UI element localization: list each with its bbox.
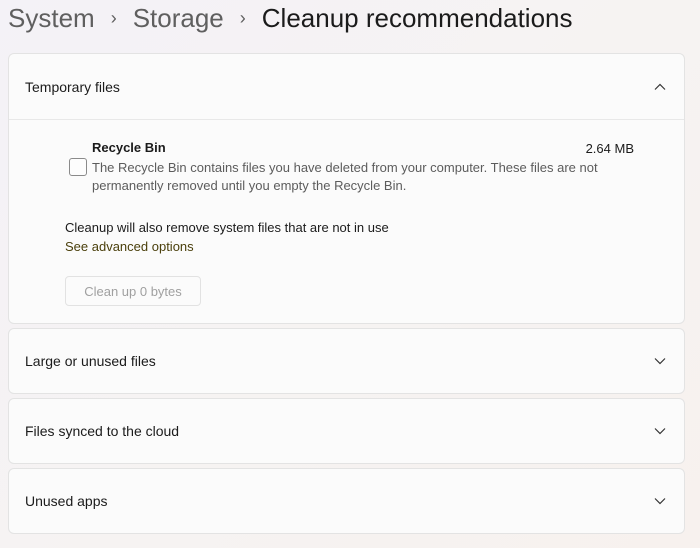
see-advanced-options-link[interactable]: See advanced options xyxy=(65,239,194,254)
section-header-temporary-files[interactable]: Temporary files xyxy=(9,54,684,120)
section-header-unused-apps[interactable]: Unused apps xyxy=(9,469,684,533)
section-title: Files synced to the cloud xyxy=(25,423,180,439)
section-title: Unused apps xyxy=(25,493,108,509)
recycle-bin-description: The Recycle Bin contains files you have … xyxy=(92,160,598,193)
section-files-synced-to-cloud: Files synced to the cloud xyxy=(8,398,685,464)
breadcrumb-separator-icon: › xyxy=(110,7,117,28)
chevron-down-icon[interactable] xyxy=(652,423,668,439)
section-header-files-synced-to-cloud[interactable]: Files synced to the cloud xyxy=(9,399,684,463)
section-temporary-files: Temporary files Recycle Bin 2.64 MB The … xyxy=(8,53,685,324)
chevron-down-icon[interactable] xyxy=(652,493,668,509)
breadcrumb-system[interactable]: System xyxy=(8,3,95,34)
recycle-bin-title: Recycle Bin xyxy=(92,140,166,155)
cleanup-note: Cleanup will also remove system files th… xyxy=(65,220,389,235)
clean-up-button[interactable]: Clean up 0 bytes xyxy=(65,276,201,306)
section-title: Large or unused files xyxy=(25,353,156,369)
section-unused-apps: Unused apps xyxy=(8,468,685,534)
section-body-temporary-files: Recycle Bin 2.64 MB The Recycle Bin cont… xyxy=(9,120,684,325)
chevron-down-icon[interactable] xyxy=(652,353,668,369)
recycle-bin-size: 2.64 MB xyxy=(585,141,634,156)
page-title: Cleanup recommendations xyxy=(261,2,573,33)
section-header-large-or-unused-files[interactable]: Large or unused files xyxy=(9,329,684,393)
breadcrumb: System › Storage › Cleanup recommendatio… xyxy=(8,0,573,36)
section-large-or-unused-files: Large or unused files xyxy=(8,328,685,394)
section-title: Temporary files xyxy=(25,78,120,95)
breadcrumb-storage[interactable]: Storage xyxy=(133,3,224,34)
chevron-up-icon[interactable] xyxy=(652,79,668,95)
recycle-bin-checkbox[interactable] xyxy=(69,158,87,176)
breadcrumb-separator-icon: › xyxy=(239,7,246,28)
